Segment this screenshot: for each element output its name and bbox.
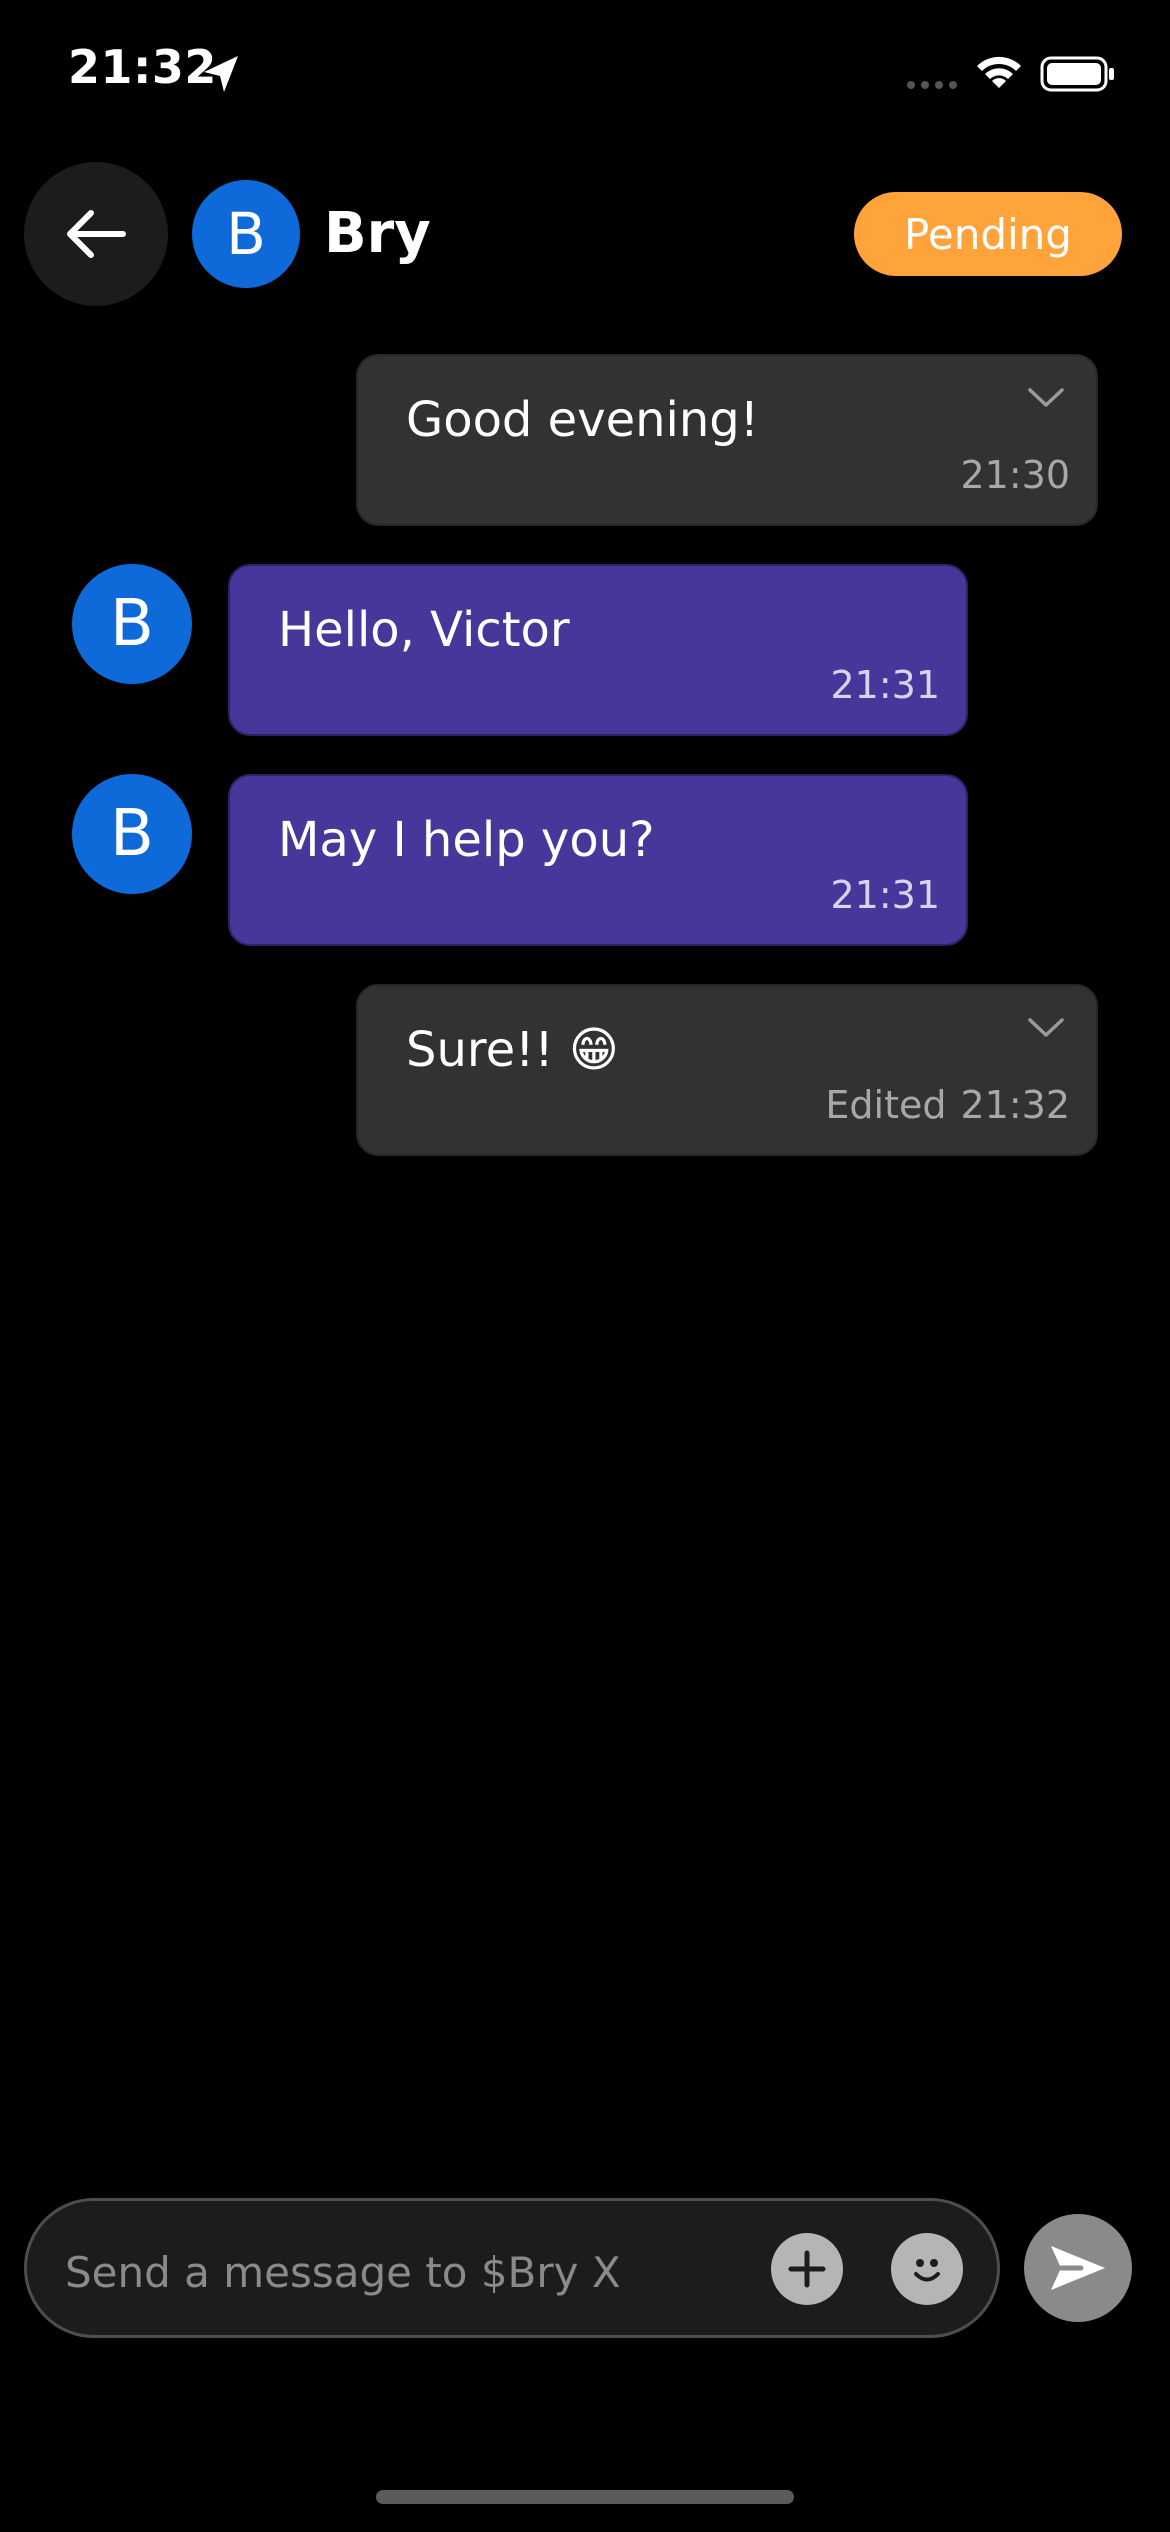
message-text: Hello, Victor <box>278 602 570 658</box>
smiley-icon <box>914 2259 940 2282</box>
chevron-down-icon[interactable] <box>1026 386 1066 410</box>
emoji-button[interactable] <box>891 2233 963 2305</box>
message-bubble-incoming[interactable]: Hello, Victor 21:31 <box>228 564 968 736</box>
arrow-left-icon <box>67 210 126 258</box>
send-button[interactable] <box>1024 2214 1132 2322</box>
message-time: 21:31 <box>830 873 940 917</box>
message-meta: 21:31 <box>830 662 940 708</box>
message-meta: Edited 21:32 <box>825 1082 1070 1128</box>
battery-icon <box>1040 56 1114 92</box>
sender-avatar[interactable]: B <box>72 564 192 684</box>
contact-avatar[interactable]: B <box>192 180 300 288</box>
message-meta: 21:31 <box>830 872 940 918</box>
message-time: 21:31 <box>830 663 940 707</box>
add-attachment-button[interactable] <box>771 2233 843 2305</box>
cellular-signal-icon <box>907 81 957 89</box>
location-arrow-icon <box>204 56 238 92</box>
message-input[interactable] <box>63 2231 767 2313</box>
wifi-icon <box>977 56 1021 88</box>
message-bubble-outgoing[interactable]: Good evening! 21:30 <box>356 354 1098 526</box>
pending-status-badge[interactable]: Pending <box>854 192 1122 276</box>
message-bubble-outgoing[interactable]: Sure!! 😁 Edited 21:32 <box>356 984 1098 1156</box>
message-time: 21:30 <box>960 453 1070 497</box>
send-arrow-icon <box>1051 2246 1105 2290</box>
contact-name[interactable]: Bry <box>324 196 431 272</box>
message-time: 21:32 <box>960 1083 1070 1127</box>
sender-avatar[interactable]: B <box>72 774 192 894</box>
message-text: Sure!! 😁 <box>406 1022 619 1078</box>
message-bubble-incoming[interactable]: May I help you? 21:31 <box>228 774 968 946</box>
plus-circle-icon <box>788 2250 826 2288</box>
status-time: 21:32 <box>68 40 217 94</box>
chevron-down-icon[interactable] <box>1026 1016 1066 1040</box>
message-composer <box>24 2198 1000 2338</box>
home-indicator[interactable] <box>376 2490 794 2504</box>
edited-label: Edited <box>825 1083 947 1127</box>
message-meta: 21:30 <box>960 452 1070 498</box>
back-button[interactable] <box>24 162 168 306</box>
message-text: Good evening! <box>406 392 760 448</box>
message-text: May I help you? <box>278 812 655 868</box>
